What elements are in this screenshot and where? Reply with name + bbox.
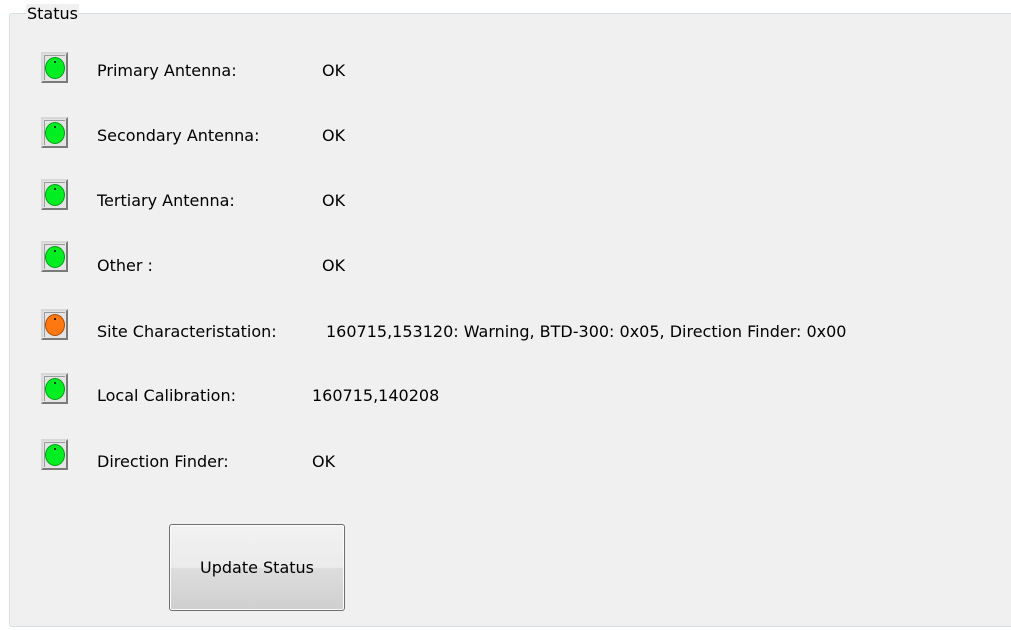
status-label: Direction Finder: [97, 452, 229, 471]
status-led-frame [41, 52, 68, 83]
status-led-frame [41, 117, 68, 148]
status-led-frame [41, 309, 68, 340]
status-label: Other : [97, 256, 153, 275]
update-status-button[interactable]: Update Status [169, 524, 345, 611]
status-label: Secondary Antenna: [97, 126, 260, 145]
status-led-icon [45, 444, 65, 466]
status-groupbox [9, 13, 1011, 627]
status-led-frame [41, 241, 68, 272]
status-value: OK [312, 452, 336, 471]
status-led-icon [45, 314, 65, 336]
status-value: OK [322, 61, 346, 80]
status-group-title: Status [26, 4, 79, 22]
status-label: Primary Antenna: [97, 61, 237, 80]
status-value: 160715,140208 [312, 386, 440, 405]
status-led-frame [41, 179, 68, 210]
status-led-icon [45, 57, 65, 79]
status-led-frame [41, 373, 68, 404]
status-label: Local Calibration: [97, 386, 236, 405]
status-value: 160715,153120: Warning, BTD-300: 0x05, D… [326, 322, 847, 341]
status-label: Site Characteristation: [97, 322, 277, 341]
status-value: OK [322, 191, 346, 210]
status-label: Tertiary Antenna: [97, 191, 235, 210]
status-led-icon [45, 246, 65, 268]
status-led-icon [45, 378, 65, 400]
status-led-icon [45, 122, 65, 144]
status-led-icon [45, 184, 65, 206]
status-value: OK [322, 256, 346, 275]
status-value: OK [322, 126, 346, 145]
status-led-frame [41, 439, 68, 470]
